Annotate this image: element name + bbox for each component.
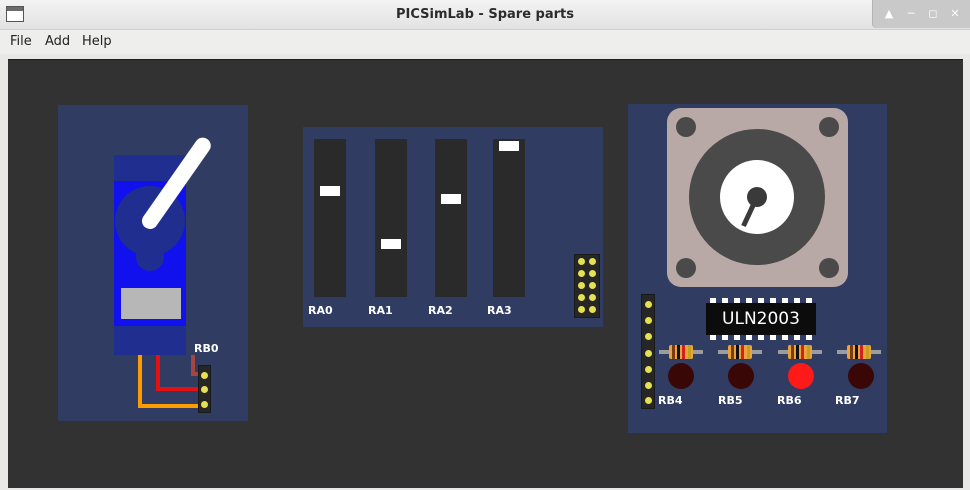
pot-label-ra0: RA0 <box>308 304 333 317</box>
chip-leg <box>722 335 728 340</box>
shade-icon[interactable]: ▲ <box>881 6 897 22</box>
led-label-rb5: RB5 <box>718 394 743 407</box>
chip-leg <box>746 335 752 340</box>
menu-bar: File Add Help <box>0 30 970 54</box>
resistor <box>659 345 703 359</box>
pot-knob-ra3[interactable] <box>499 141 519 151</box>
pot-knob-ra2[interactable] <box>441 194 461 205</box>
chip-leg <box>770 335 776 340</box>
chip-leg <box>758 335 764 340</box>
led-rb7 <box>848 363 874 389</box>
header-pin <box>201 386 208 393</box>
chip-leg <box>806 335 812 340</box>
pot-knob-ra1[interactable] <box>381 238 401 249</box>
servo-motor-part[interactable]: RB0 <box>58 105 248 421</box>
menu-add[interactable]: Add <box>45 34 70 49</box>
stepper-graphic <box>667 108 848 287</box>
chip-leg <box>794 335 800 340</box>
servo-pin-label: RB0 <box>194 342 219 355</box>
minimize-icon[interactable]: ─ <box>903 6 919 22</box>
resistor <box>778 345 822 359</box>
close-icon[interactable]: ✕ <box>947 6 963 22</box>
header-pin <box>201 401 208 408</box>
window-controls: ▲ ─ ◻ ✕ <box>872 0 970 28</box>
pot-label-ra3: RA3 <box>487 304 512 317</box>
resistor <box>718 345 762 359</box>
stepper-motor-part[interactable]: ULN2003 RB4 RB5 RB6 RB7 <box>628 104 887 433</box>
chip-leg <box>782 335 788 340</box>
driver-chip: ULN2003 <box>706 303 816 335</box>
servo-pin-header <box>198 365 211 413</box>
maximize-icon[interactable]: ◻ <box>925 6 941 22</box>
led-label-rb7: RB7 <box>835 394 860 407</box>
pot-knob-ra0[interactable] <box>320 185 340 196</box>
chip-leg <box>734 335 740 340</box>
window-title: PICSimLab - Spare parts <box>396 7 574 22</box>
led-label-rb4: RB4 <box>658 394 683 407</box>
pot-track-ra3[interactable] <box>493 139 525 297</box>
pot-track-ra2[interactable] <box>435 139 467 297</box>
resistor <box>837 345 881 359</box>
led-rb6 <box>788 363 814 389</box>
led-label-rb6: RB6 <box>777 394 802 407</box>
servo-graphic <box>114 137 211 408</box>
led-rb5 <box>728 363 754 389</box>
stepper-pin-header <box>641 294 655 409</box>
pot-label-ra2: RA2 <box>428 304 453 317</box>
header-pin <box>201 372 208 379</box>
potentiometers-part[interactable]: RA0 RA1 RA2 RA3 <box>303 127 603 327</box>
pot-pin-header <box>574 254 600 318</box>
menu-file[interactable]: File <box>10 34 32 49</box>
menu-help[interactable]: Help <box>82 34 112 49</box>
parts-canvas[interactable]: RB0 RA0 RA1 RA2 RA3 ULN2003 RB4 RB5 RB6 … <box>8 59 963 488</box>
title-bar: PICSimLab - Spare parts ▲ ─ ◻ ✕ <box>0 0 970 30</box>
led-rb4 <box>668 363 694 389</box>
pot-track-ra0[interactable] <box>314 139 346 297</box>
pot-track-ra1[interactable] <box>375 139 407 297</box>
chip-leg <box>710 335 716 340</box>
pot-label-ra1: RA1 <box>368 304 393 317</box>
